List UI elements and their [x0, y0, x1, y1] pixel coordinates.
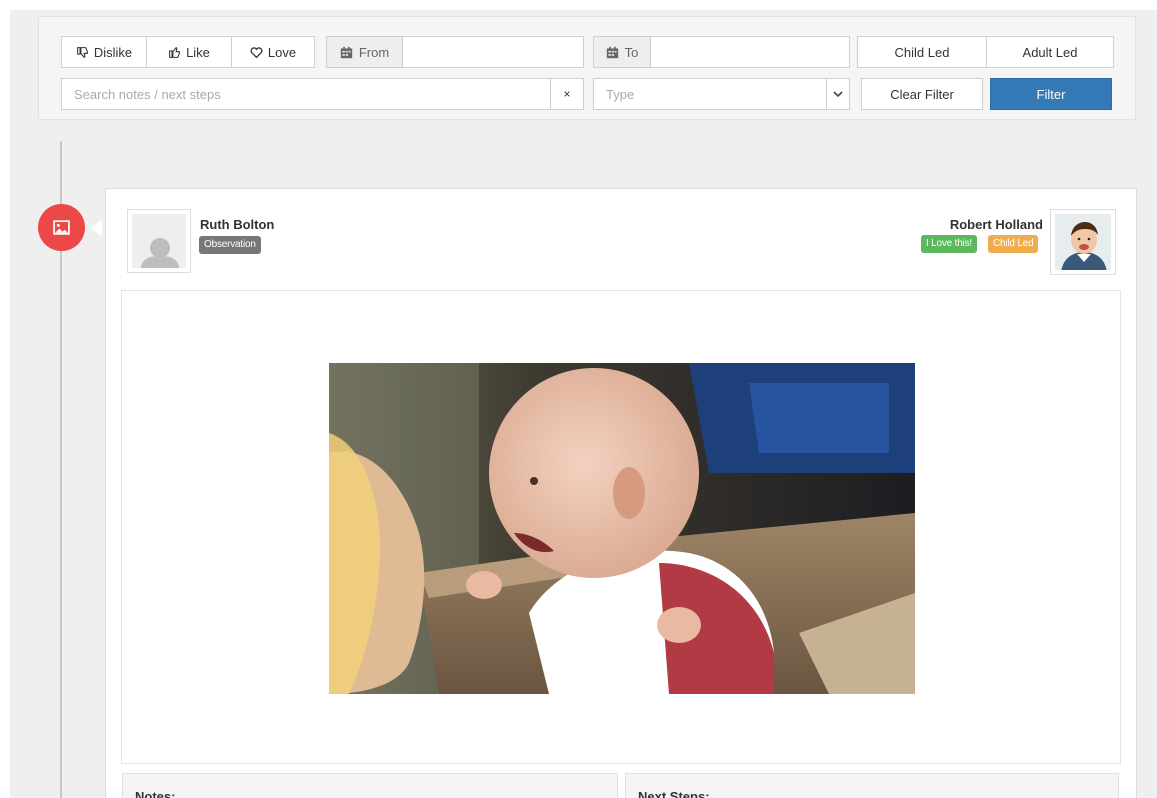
from-label: From — [358, 44, 390, 60]
filter-panel: Dislike Like Love From To Child Led Adul… — [38, 16, 1136, 120]
child-name[interactable]: Robert Holland — [950, 217, 1043, 232]
filter-label: Filter — [1036, 86, 1066, 102]
author-name[interactable]: Ruth Bolton — [200, 217, 274, 232]
from-date-addon: From — [326, 36, 403, 68]
to-date-input[interactable] — [650, 36, 850, 68]
love-badge: I Love this! — [921, 235, 977, 253]
close-icon: × — [563, 87, 571, 101]
child-led-label: Child Led — [894, 44, 950, 60]
child-avatar[interactable] — [1050, 209, 1116, 275]
dislike-button[interactable]: Dislike — [61, 36, 147, 68]
page-canvas: Dislike Like Love From To Child Led Adul… — [10, 10, 1157, 798]
child-led-button[interactable]: Child Led — [857, 36, 987, 68]
type-select-value: Type — [606, 86, 635, 102]
chevron-down-icon[interactable] — [826, 79, 849, 109]
image-icon — [53, 220, 70, 235]
clear-filter-button[interactable]: Clear Filter — [861, 78, 983, 110]
observation-photo[interactable] — [329, 363, 915, 694]
love-label: Love — [267, 44, 297, 60]
love-button[interactable]: Love — [231, 36, 315, 68]
child-led-badge: Child Led — [988, 235, 1039, 253]
heart-icon — [250, 46, 263, 58]
adult-led-button[interactable]: Adult Led — [986, 36, 1114, 68]
like-label: Like — [186, 44, 210, 60]
dislike-label: Dislike — [93, 44, 133, 60]
search-clear-button[interactable]: × — [550, 78, 584, 110]
notes-section: Notes: — [122, 773, 618, 798]
observation-card: Ruth Bolton Observation Robert Holland I… — [105, 188, 1137, 798]
like-button[interactable]: Like — [146, 36, 232, 68]
to-date-addon: To — [593, 36, 651, 68]
thumbs-up-icon — [169, 46, 180, 58]
timeline-entry-badge — [38, 204, 85, 251]
child-photo — [1055, 214, 1111, 270]
thumbs-down-icon — [76, 46, 88, 58]
timeline-pointer — [91, 219, 102, 237]
calendar-icon — [606, 46, 618, 58]
to-label: To — [624, 44, 639, 60]
search-input[interactable]: Search notes / next steps — [61, 78, 551, 110]
type-select[interactable]: Type — [593, 78, 850, 110]
adult-led-label: Adult Led — [1022, 44, 1078, 60]
observation-photo-frame — [121, 290, 1121, 764]
next-steps-section: Next Steps: — [625, 773, 1119, 798]
filter-button[interactable]: Filter — [990, 78, 1112, 110]
user-placeholder-icon — [140, 238, 180, 268]
calendar-icon — [340, 46, 353, 58]
notes-label: Notes: — [135, 789, 176, 798]
author-avatar — [127, 209, 191, 273]
from-date-input[interactable] — [402, 36, 584, 68]
clear-filter-label: Clear Filter — [890, 86, 954, 102]
entry-type-badge: Observation — [199, 236, 261, 254]
next-steps-label: Next Steps: — [638, 789, 710, 798]
